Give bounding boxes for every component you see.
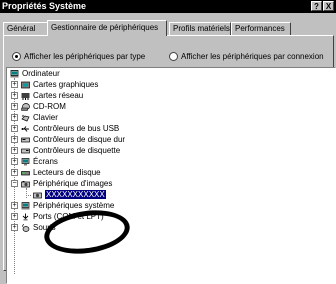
collapse-toggle[interactable]: − (11, 180, 18, 187)
tree-item-selected-device[interactable]: XXXXXXXXXXX (33, 189, 106, 200)
hdd-controller-icon (21, 135, 33, 144)
floppy-controller-icon (21, 146, 33, 155)
cdrom-icon (21, 102, 33, 111)
expand-toggle[interactable]: + (11, 224, 18, 231)
camera-icon (33, 190, 45, 199)
tree-item-hdd-controllers[interactable]: Contrôleurs de disque dur (21, 134, 125, 145)
tree-item-cdrom[interactable]: CD-ROM (21, 101, 66, 112)
expand-toggle[interactable]: + (11, 213, 18, 220)
expand-toggle[interactable]: + (11, 81, 18, 88)
device-tree[interactable]: Ordinateur + + + + + + + + + − + + + Car… (6, 67, 336, 284)
display-adapter-icon (21, 80, 33, 89)
radio-by-type[interactable] (12, 52, 21, 62)
expand-toggle[interactable]: + (11, 114, 18, 121)
monitor-icon (21, 157, 33, 166)
usb-icon (21, 124, 33, 133)
tree-root[interactable]: Ordinateur (10, 68, 60, 79)
tree-item-usb-controllers[interactable]: Contrôleurs de bus USB (21, 123, 119, 134)
option-by-connection[interactable]: Afficher les périphériques par connexion (169, 52, 324, 62)
keyboard-icon (21, 113, 33, 122)
tree-connector (26, 188, 27, 198)
expand-toggle[interactable]: + (11, 158, 18, 165)
tree-item-floppy-controllers[interactable]: Contrôleurs de disquette (21, 145, 120, 156)
tree-item-keyboard[interactable]: Clavier (21, 112, 58, 123)
tab-performance[interactable]: Performances (231, 22, 291, 35)
expand-toggle[interactable]: + (11, 103, 18, 110)
tab-device-manager[interactable]: Gestionnaire de périphériques (47, 20, 167, 36)
tree-item-label: Cartes réseau (33, 91, 84, 100)
system-device-icon (21, 201, 33, 210)
tree-item-label: Périphériques système (33, 201, 115, 210)
expand-toggle[interactable]: + (11, 92, 18, 99)
tree-item-network-adapters[interactable]: Cartes réseau (21, 90, 83, 101)
tree-item-label: Écrans (33, 157, 58, 166)
expand-toggle[interactable]: + (11, 202, 18, 209)
tree-item-label: Périphérique d'images (33, 179, 113, 188)
tree-item-imaging-devices[interactable]: Périphérique d'images (21, 178, 112, 189)
tree-item-label: Contrôleurs de disquette (33, 146, 121, 155)
option-by-type[interactable]: Afficher les périphériques par type (12, 52, 146, 62)
expand-toggle[interactable]: + (11, 125, 18, 132)
tree-root-label: Ordinateur (22, 69, 60, 78)
tree-item-label: Contrôleurs de bus USB (33, 124, 120, 133)
title-bar: Propriétés Système ? X (0, 0, 336, 13)
computer-icon (10, 69, 22, 78)
tree-item-label: Cartes graphiques (33, 80, 99, 89)
imaging-device-icon (21, 179, 33, 188)
radio-by-connection[interactable] (169, 52, 178, 62)
help-button[interactable]: ? (311, 1, 322, 11)
tree-item-label: Clavier (33, 113, 58, 122)
disk-drive-icon (21, 168, 33, 177)
tree-item-disk-drives[interactable]: Lecteurs de disque (21, 167, 101, 178)
window-title: Propriétés Système (2, 1, 87, 11)
expand-toggle[interactable]: + (11, 136, 18, 143)
expand-toggle[interactable]: + (11, 147, 18, 154)
tree-item-label: CD-ROM (33, 102, 66, 111)
option-by-type-label: Afficher les périphériques par type (24, 52, 146, 61)
tree-item-label: Contrôleurs de disque dur (33, 135, 126, 144)
expand-toggle[interactable]: + (11, 169, 18, 176)
tree-item-label: Lecteurs de disque (33, 168, 101, 177)
tree-item-label: XXXXXXXXXXX (45, 190, 106, 199)
mouse-icon (21, 223, 33, 232)
network-adapter-icon (21, 91, 33, 100)
port-icon (21, 212, 33, 221)
tree-item-monitors[interactable]: Écrans (21, 156, 58, 167)
tab-hardware-profiles[interactable]: Profils matériels (169, 22, 231, 35)
tree-item-display-adapters[interactable]: Cartes graphiques (21, 79, 98, 90)
tab-general[interactable]: Général (3, 22, 49, 35)
tree-connector (26, 195, 31, 196)
option-by-connection-label: Afficher les périphériques par connexion (181, 52, 324, 61)
close-button[interactable]: X (323, 1, 334, 11)
